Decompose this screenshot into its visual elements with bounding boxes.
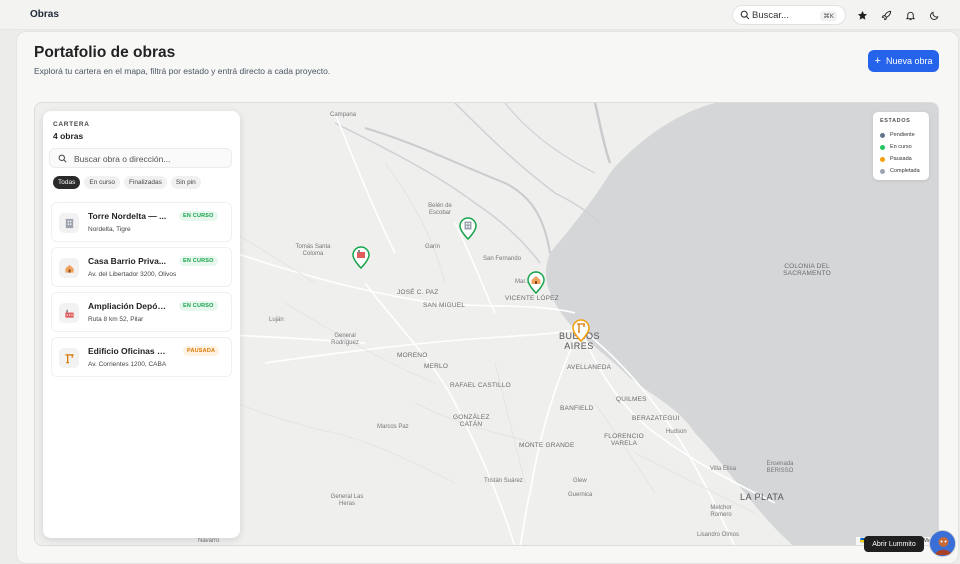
map-label-melchor: Melchor Romero <box>710 505 732 518</box>
search-icon <box>740 10 750 20</box>
panel-search-input[interactable] <box>74 152 224 165</box>
search-shortcut: ⌘K <box>820 11 837 21</box>
map-pin-edificio-oficinas[interactable] <box>571 318 591 343</box>
legend-label: En curso <box>890 144 912 150</box>
legend-title: ESTADOS <box>880 118 911 124</box>
map-label-genlasheras: General Las Heras <box>330 494 364 507</box>
building-icon <box>59 213 79 233</box>
bell-icon[interactable] <box>903 8 917 22</box>
map-label-sanfernando: San Fernando <box>483 256 522 262</box>
map-label-guernica: Guernica <box>568 492 593 498</box>
map-pin-torre-nordelta[interactable] <box>458 216 478 241</box>
map-label-laplata: LA PLATA <box>740 492 785 502</box>
status-badge: EN CURSO <box>179 256 218 266</box>
filter-en-curso[interactable]: En curso <box>84 176 121 189</box>
map-label-campana: Campana <box>330 112 357 118</box>
status-legend: ESTADOS Pendiente En curso Pausada Compl… <box>873 112 929 180</box>
house-icon <box>59 258 79 278</box>
map-label-lisandro: Lisandro Olmos <box>697 532 740 538</box>
list-item[interactable]: Edificio Oficinas C... PAUSADA Av. Corri… <box>51 337 232 377</box>
list-item[interactable]: Casa Barrio Priva... EN CURSO Av. del Li… <box>51 247 232 287</box>
map-label-hudson: Hudson <box>666 429 687 435</box>
map-label-belen: Belén de Escobar <box>428 203 452 216</box>
filter-finalizadas[interactable]: Finalizadas <box>124 176 167 189</box>
map-label-vlopez: VICENTE LÓPEZ <box>505 295 559 302</box>
app-title: Obras <box>30 9 59 20</box>
global-search-button[interactable]: Buscar... ⌘K <box>732 5 846 25</box>
item-address: Ruta 8 km 52, Pilar <box>88 316 144 323</box>
map-label-navarro: Navarro <box>198 538 220 544</box>
legend-dot <box>880 168 885 174</box>
map-label-garin: Garín <box>425 244 441 250</box>
map-label-lujan: Luján <box>269 317 284 323</box>
map-label-glew: Glew <box>573 478 587 484</box>
map-label-rafael: RAFAEL CASTILLO <box>450 382 511 389</box>
map-pin-ampliacion[interactable] <box>351 245 371 270</box>
portfolio-panel: CARTERA 4 obras Todas En curso Finalizad… <box>43 111 240 538</box>
panel-search[interactable] <box>49 148 232 168</box>
map-label-mgrande: MONTE GRANDE <box>519 442 575 449</box>
map-label-fvarela: FLORENCIO VARELA <box>604 433 644 447</box>
map-label-ensenada: Ensenada BERISSO <box>766 461 794 474</box>
map-label-tomas: Tomás Santa Coloma <box>295 244 331 257</box>
map-label-quilmes: QUILMES <box>616 396 647 403</box>
legend-item-pendiente: Pendiente <box>880 129 922 141</box>
status-filters: Todas En curso Finalizadas Sin pin <box>53 176 201 189</box>
factory-icon <box>59 303 79 323</box>
legend-dot <box>880 132 885 138</box>
item-name: Casa Barrio Priva... <box>88 256 166 266</box>
status-badge: EN CURSO <box>179 211 218 221</box>
new-project-button[interactable]: + Nueva obra <box>868 50 939 72</box>
map-label-merlo: MERLO <box>424 363 449 370</box>
new-project-label: Nueva obra <box>885 56 933 66</box>
map-label-avellaneda: AVELLANEDA <box>567 364 612 371</box>
page-title: Portafolio de obras <box>34 44 176 61</box>
item-name: Ampliación Depós... <box>88 301 168 311</box>
star-icon[interactable] <box>855 8 869 22</box>
map-label-moreno: MORENO <box>397 352 428 359</box>
map-label-sacramento: COLONIA DEL SACRAMENTO <box>783 263 831 277</box>
map-label-marcospaz: Marcos Paz <box>377 424 409 430</box>
map-label-gcatan: GONZÁLEZ CATÁN <box>453 414 490 428</box>
filter-todas[interactable]: Todas <box>53 176 81 189</box>
item-address: Nordelta, Tigre <box>88 226 131 233</box>
status-badge: EN CURSO <box>179 301 218 311</box>
panel-caption: CARTERA <box>53 121 90 128</box>
list-item[interactable]: Ampliación Depós... EN CURSO Ruta 8 km 5… <box>51 292 232 332</box>
map-label-tristan: Tristán Suárez <box>484 478 523 484</box>
legend-label: Completada <box>890 168 920 174</box>
map-label-banfield: BANFIELD <box>560 405 594 412</box>
map-label-genrod: General Rodríguez <box>331 333 359 346</box>
legend-dot <box>880 156 885 162</box>
item-name: Edificio Oficinas C... <box>88 346 168 356</box>
plus-icon: + <box>874 55 881 67</box>
map-pin-casa-barrio[interactable] <box>526 270 546 295</box>
map-label-jcpaz: JOSÉ C. PAZ <box>397 289 439 296</box>
legend-label: Pausada <box>890 156 912 162</box>
legend-dot <box>880 144 885 150</box>
search-label: Buscar... <box>752 10 789 21</box>
open-assistant-button[interactable]: Abrir Lummito <box>864 536 924 552</box>
item-address: Av. Corrientes 1200, CABA <box>88 361 167 368</box>
map-label-villaelisa: Villa Elisa <box>710 466 736 472</box>
page-subtitle: Explorá tu cartera en el mapa, filtrá po… <box>34 66 331 76</box>
item-address: Av. del Libertador 3200, Olivos <box>88 271 177 278</box>
list-item[interactable]: Torre Nordelta — ... EN CURSO Nordelta, … <box>51 202 232 242</box>
assistant-avatar[interactable] <box>929 530 956 557</box>
rocket-icon[interactable] <box>879 8 893 22</box>
moon-icon[interactable] <box>927 8 941 22</box>
panel-count: 4 obras <box>53 131 84 141</box>
map-label-berazategui: BERAZATEGUI <box>632 415 680 422</box>
crane-icon <box>59 348 79 368</box>
legend-item-completada: Completada <box>880 165 922 177</box>
top-bar: Obras Buscar... ⌘K <box>0 0 960 30</box>
legend-label: Pendiente <box>890 132 915 138</box>
filter-sin-pin[interactable]: Sin pin <box>170 176 201 189</box>
item-name: Torre Nordelta — ... <box>88 211 167 221</box>
search-icon <box>58 154 67 163</box>
status-badge: PAUSADA <box>183 346 220 356</box>
map-label-sanmiguel: SAN MIGUEL <box>423 302 466 309</box>
legend-item-en-curso: En curso <box>880 141 922 153</box>
legend-item-pausada: Pausada <box>880 153 922 165</box>
